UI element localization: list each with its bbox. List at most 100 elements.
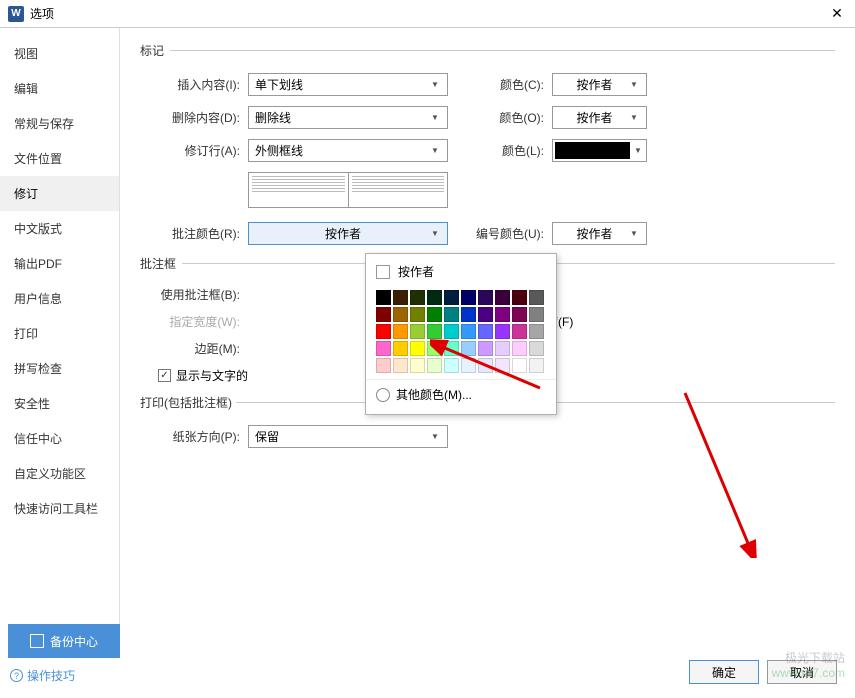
select-changed-color[interactable]: ▼	[552, 139, 647, 162]
chevron-down-icon: ▼	[630, 229, 640, 238]
color-cell[interactable]	[478, 358, 493, 373]
title-text: 选项	[30, 5, 827, 22]
color-cell[interactable]	[461, 324, 476, 339]
color-cell[interactable]	[461, 290, 476, 305]
sidebar-item-filelocation[interactable]: 文件位置	[0, 141, 119, 176]
color-cell[interactable]	[478, 290, 493, 305]
color-cell[interactable]	[495, 358, 510, 373]
empty-swatch-icon	[376, 265, 390, 279]
select-num-color[interactable]: 按作者 ▼	[552, 222, 647, 245]
color-cell[interactable]	[461, 307, 476, 322]
color-cell[interactable]	[461, 341, 476, 356]
color-cell[interactable]	[512, 307, 527, 322]
color-cell[interactable]	[410, 290, 425, 305]
chevron-down-icon: ▼	[431, 80, 441, 89]
color-cell[interactable]	[461, 358, 476, 373]
color-cell[interactable]	[478, 307, 493, 322]
color-cell[interactable]	[393, 341, 408, 356]
sidebar-item-chinese[interactable]: 中文版式	[0, 211, 119, 246]
color-cell[interactable]	[512, 341, 527, 356]
select-changed[interactable]: 外侧框线 ▼	[248, 139, 448, 162]
color-cell[interactable]	[495, 341, 510, 356]
color-cell[interactable]	[444, 307, 459, 322]
color-cell[interactable]	[410, 324, 425, 339]
color-cell[interactable]	[427, 290, 442, 305]
color-cell[interactable]	[495, 307, 510, 322]
color-cell[interactable]	[512, 290, 527, 305]
color-cell[interactable]	[376, 358, 391, 373]
label-margin: 边距(M):	[158, 340, 248, 357]
color-cell[interactable]	[444, 358, 459, 373]
color-cell[interactable]	[444, 324, 459, 339]
titlebar: W 选项 ✕	[0, 0, 855, 28]
color-cell[interactable]	[427, 358, 442, 373]
ok-button[interactable]: 确定	[689, 660, 759, 684]
select-insert-color[interactable]: 按作者 ▼	[552, 73, 647, 96]
sidebar-item-edit[interactable]: 编辑	[0, 71, 119, 106]
sidebar-item-userinfo[interactable]: 用户信息	[0, 281, 119, 316]
color-cell[interactable]	[393, 324, 408, 339]
color-cell[interactable]	[376, 324, 391, 339]
label-delete-color: 颜色(O):	[468, 109, 552, 126]
close-icon[interactable]: ✕	[827, 4, 847, 24]
color-cell[interactable]	[376, 341, 391, 356]
color-cell[interactable]	[393, 290, 408, 305]
color-cell[interactable]	[393, 307, 408, 322]
fieldset-balloon-label: 批注框	[140, 255, 180, 272]
color-cell[interactable]	[529, 324, 544, 339]
color-cell[interactable]	[495, 290, 510, 305]
app-icon: W	[8, 6, 24, 22]
select-insert[interactable]: 单下划线 ▼	[248, 73, 448, 96]
footer: 备份中心 ? 操作技巧 确定 取消	[0, 638, 855, 698]
color-cell[interactable]	[529, 341, 544, 356]
color-cell[interactable]	[410, 307, 425, 322]
color-cell[interactable]	[427, 324, 442, 339]
sidebar-item-security[interactable]: 安全性	[0, 386, 119, 421]
label-use-balloon: 使用批注框(B):	[158, 286, 248, 303]
tips-link[interactable]: ? 操作技巧	[10, 667, 75, 684]
select-delete[interactable]: 删除线 ▼	[248, 106, 448, 129]
color-cell[interactable]	[427, 341, 442, 356]
color-cell[interactable]	[376, 290, 391, 305]
sidebar-item-general[interactable]: 常规与保存	[0, 106, 119, 141]
label-spec-width: 指定宽度(W):	[158, 313, 248, 330]
sidebar-item-pdf[interactable]: 输出PDF	[0, 246, 119, 281]
color-cell[interactable]	[529, 290, 544, 305]
sidebar-item-revision[interactable]: 修订	[0, 176, 119, 211]
label-show-lines: 显示与文字的	[176, 367, 248, 384]
palette-icon	[376, 388, 390, 402]
backup-center-button[interactable]: 备份中心	[8, 624, 120, 658]
color-cell[interactable]	[393, 358, 408, 373]
color-cell[interactable]	[512, 324, 527, 339]
sidebar-item-print[interactable]: 打印	[0, 316, 119, 351]
color-cell[interactable]	[478, 341, 493, 356]
color-cell[interactable]	[478, 324, 493, 339]
color-cell[interactable]	[529, 358, 544, 373]
color-cell[interactable]	[512, 358, 527, 373]
chevron-down-icon: ▼	[431, 146, 441, 155]
sidebar-item-trust[interactable]: 信任中心	[0, 421, 119, 456]
sidebar-item-view[interactable]: 视图	[0, 36, 119, 71]
label-comment-color: 批注颜色(R):	[158, 225, 248, 242]
backup-icon	[30, 634, 44, 648]
select-comment-color[interactable]: 按作者 ▼	[248, 222, 448, 245]
sidebar-item-quickaccess[interactable]: 快速访问工具栏	[0, 491, 119, 526]
color-cell[interactable]	[427, 307, 442, 322]
color-cell[interactable]	[444, 341, 459, 356]
color-cell[interactable]	[376, 307, 391, 322]
chevron-down-icon: ▼	[630, 80, 640, 89]
color-cell[interactable]	[410, 358, 425, 373]
chevron-down-icon: ▼	[630, 113, 640, 122]
color-by-author[interactable]: 按作者	[366, 259, 556, 284]
color-cell[interactable]	[410, 341, 425, 356]
color-cell[interactable]	[444, 290, 459, 305]
more-colors[interactable]: 其他颜色(M)...	[366, 379, 556, 409]
sidebar-item-spellcheck[interactable]: 拼写检查	[0, 351, 119, 386]
select-delete-color[interactable]: 按作者 ▼	[552, 106, 647, 129]
color-cell[interactable]	[495, 324, 510, 339]
cancel-button[interactable]: 取消	[767, 660, 837, 684]
sidebar-item-customize[interactable]: 自定义功能区	[0, 456, 119, 491]
select-orient[interactable]: 保留 ▼	[248, 425, 448, 448]
checkbox-show-lines[interactable]: 显示与文字的	[158, 367, 248, 384]
color-cell[interactable]	[529, 307, 544, 322]
